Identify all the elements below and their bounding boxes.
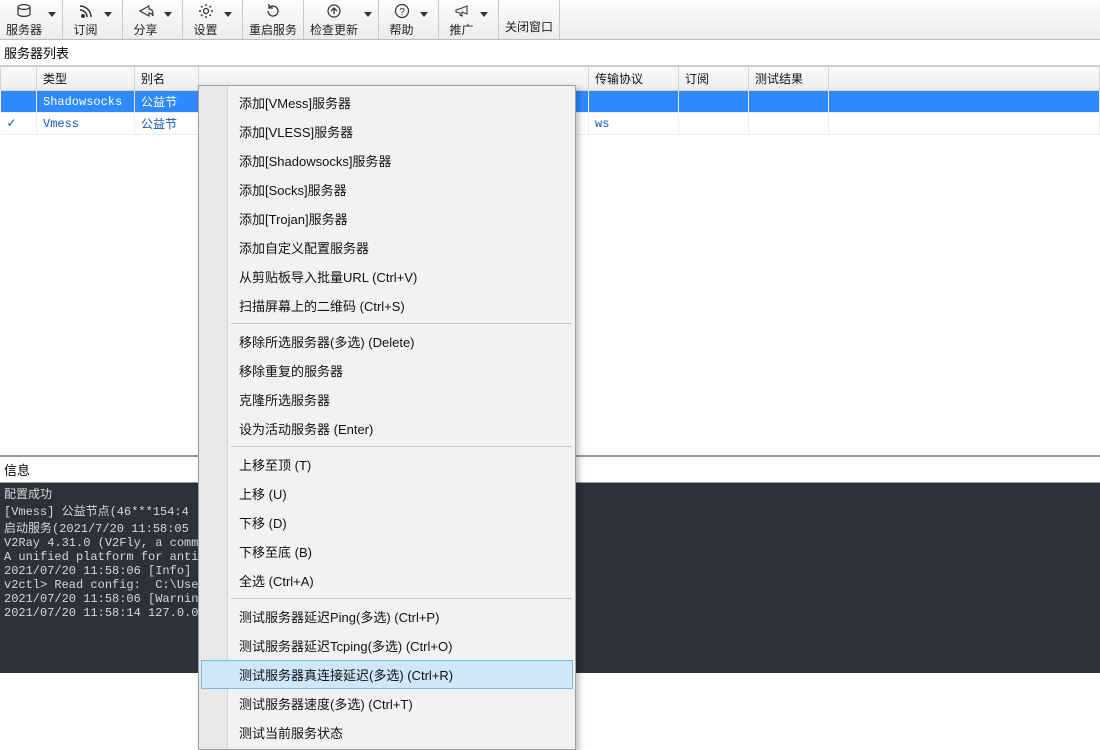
chevron-down-icon[interactable] <box>164 12 172 17</box>
context-menu-item[interactable]: 添加[Shadowsocks]服务器 <box>201 146 573 175</box>
toolbar-server-label: 服务器 <box>6 21 42 38</box>
context-menu-item[interactable]: 下移至底 (B) <box>201 537 573 566</box>
cell-type: Shadowsocks <box>37 91 135 113</box>
th-blank[interactable] <box>1 67 37 91</box>
toolbar-subscribe[interactable]: 订阅 <box>63 0 123 39</box>
th-type[interactable]: 类型 <box>37 67 135 91</box>
context-menu-item[interactable]: 添加[Socks]服务器 <box>201 175 573 204</box>
rss-icon <box>77 2 95 20</box>
context-menu-separator <box>231 323 572 324</box>
context-menu-separator <box>231 446 572 447</box>
context-menu-item[interactable]: 全选 (Ctrl+A) <box>201 566 573 595</box>
chevron-down-icon[interactable] <box>364 12 372 17</box>
context-menu-item[interactable]: 克隆所选服务器 <box>201 385 573 414</box>
th-sub[interactable]: 订阅 <box>679 67 749 91</box>
share-icon <box>137 2 155 20</box>
toolbar-close-label: 关闭窗口 <box>505 18 553 35</box>
cell-test <box>749 91 829 113</box>
context-menu-item[interactable]: 从剪贴板导入批量URL (Ctrl+V) <box>201 262 573 291</box>
context-menu-item[interactable]: 测试服务器延迟Tcping(多选) (Ctrl+O) <box>201 631 573 660</box>
context-menu-item[interactable]: 上移至顶 (T) <box>201 450 573 479</box>
toolbar-restart[interactable]: 重启服务 <box>243 0 304 39</box>
toolbar-update-label: 检查更新 <box>310 21 358 38</box>
chevron-down-icon[interactable] <box>224 12 232 17</box>
update-icon <box>325 2 343 20</box>
cell-transport: ws <box>589 113 679 135</box>
chevron-down-icon[interactable] <box>104 12 112 17</box>
toolbar-settings-label: 设置 <box>194 21 218 38</box>
server-list-title: 服务器列表 <box>0 40 1100 66</box>
gear-icon <box>197 2 215 20</box>
context-menu-item[interactable]: 测试当前服务状态 <box>201 718 573 747</box>
toolbar-restart-label: 重启服务 <box>249 21 297 38</box>
context-menu-item[interactable]: 测试服务器真连接延迟(多选) (Ctrl+R) <box>201 660 573 689</box>
toolbar-settings[interactable]: 设置 <box>183 0 243 39</box>
megaphone-icon <box>453 2 471 20</box>
cell-alias: 公益节 <box>135 91 199 113</box>
context-menu[interactable]: 添加[VMess]服务器添加[VLESS]服务器添加[Shadowsocks]服… <box>198 85 576 750</box>
context-menu-item[interactable]: 测试服务器延迟Ping(多选) (Ctrl+P) <box>201 602 573 631</box>
cell-active: ✓ <box>1 113 37 135</box>
th-test[interactable]: 测试结果 <box>749 67 829 91</box>
toolbar: 服务器 订阅 分享 <box>0 0 1100 40</box>
context-menu-item[interactable]: 下移 (D) <box>201 508 573 537</box>
cell-alias: 公益节 <box>135 113 199 135</box>
cell-sub <box>679 91 749 113</box>
context-menu-item[interactable]: 添加[VMess]服务器 <box>201 88 573 117</box>
toolbar-promote-label: 推广 <box>450 21 474 38</box>
toolbar-promote[interactable]: 推广 <box>439 0 499 39</box>
cell-active <box>1 91 37 113</box>
server-icon <box>15 2 33 20</box>
context-menu-item[interactable]: 移除所选服务器(多选) (Delete) <box>201 327 573 356</box>
context-menu-item[interactable]: 添加自定义配置服务器 <box>201 233 573 262</box>
context-menu-item[interactable]: 测试服务器速度(多选) (Ctrl+T) <box>201 689 573 718</box>
context-menu-item[interactable]: 添加[VLESS]服务器 <box>201 117 573 146</box>
toolbar-update[interactable]: 检查更新 <box>304 0 379 39</box>
context-menu-item[interactable]: 添加[Trojan]服务器 <box>201 204 573 233</box>
toolbar-server[interactable]: 服务器 <box>0 0 63 39</box>
context-menu-item[interactable]: 扫描屏幕上的二维码 (Ctrl+S) <box>201 291 573 320</box>
chevron-down-icon[interactable] <box>480 12 488 17</box>
th-tail <box>829 67 1100 91</box>
toolbar-help-label: 帮助 <box>390 21 414 38</box>
cell-type: Vmess <box>37 113 135 135</box>
svg-text:?: ? <box>399 7 405 18</box>
toolbar-help[interactable]: ? 帮助 <box>379 0 439 39</box>
th-alias[interactable]: 别名 <box>135 67 199 91</box>
toolbar-subscribe-label: 订阅 <box>74 21 98 38</box>
cell-sub <box>679 113 749 135</box>
help-icon: ? <box>393 2 411 20</box>
toolbar-share-label: 分享 <box>134 21 158 38</box>
chevron-down-icon[interactable] <box>48 12 56 17</box>
context-menu-item[interactable]: 设为活动服务器 (Enter) <box>201 414 573 443</box>
toolbar-close[interactable]: 关闭窗口 <box>499 0 560 39</box>
context-menu-item[interactable]: 移除重复的服务器 <box>201 356 573 385</box>
restart-icon <box>264 2 282 20</box>
cell-transport <box>589 91 679 113</box>
context-menu-separator <box>231 598 572 599</box>
context-menu-item[interactable]: 上移 (U) <box>201 479 573 508</box>
chevron-down-icon[interactable] <box>420 12 428 17</box>
cell-test <box>749 113 829 135</box>
th-transport[interactable]: 传输协议 <box>589 67 679 91</box>
toolbar-share[interactable]: 分享 <box>123 0 183 39</box>
